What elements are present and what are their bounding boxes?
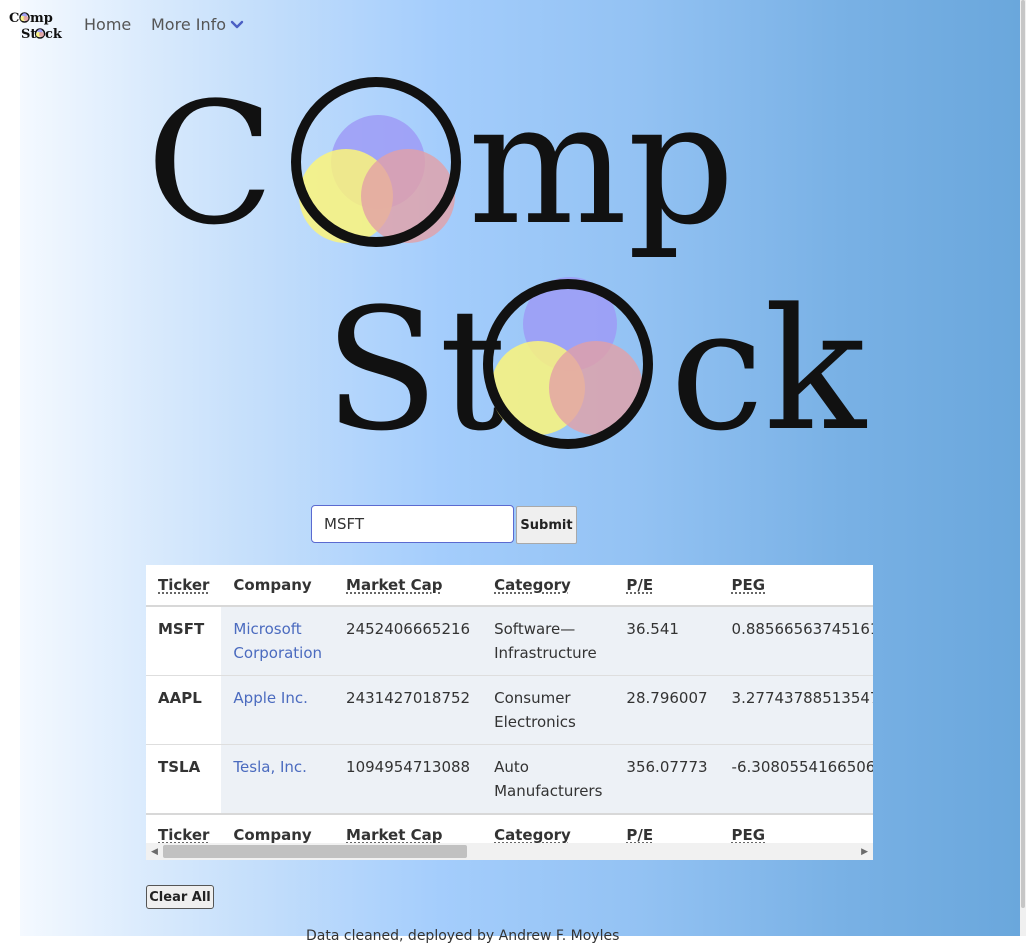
table-header-row: Ticker Company Market Cap Category P/E P… [146, 565, 873, 607]
svg-text:St: St [21, 27, 36, 42]
company-link[interactable]: Microsoft Corporation [233, 620, 322, 662]
cell-peg: 3.2774378851354733 [719, 675, 873, 745]
header-market-cap[interactable]: Market Cap [334, 565, 483, 607]
cell-category: Consumer Electronics [482, 675, 615, 745]
scroll-left-arrow-icon[interactable]: ◀ [151, 847, 158, 856]
cell-market-cap: 1094954713088 [334, 744, 483, 815]
cell-company: Apple Inc. [221, 675, 335, 745]
scroll-right-arrow-icon[interactable]: ▶ [861, 847, 868, 856]
footer-credit: Data cleaned, deployed by Andrew F. Moyl… [306, 928, 620, 944]
vertical-scrollbar[interactable] [1020, 0, 1026, 936]
cell-pe: 356.07773 [614, 744, 720, 815]
submit-button[interactable]: Submit [516, 506, 577, 544]
svg-text:ck: ck [45, 27, 63, 42]
results-table: Ticker Company Market Cap Category P/E P… [146, 565, 873, 855]
navbar: C mp St ck Home More Info [0, 0, 1020, 50]
logo-letter-c: C [146, 70, 275, 262]
horizontal-scrollbar[interactable]: ◀ ▶ [146, 843, 873, 860]
table-row: AAPL Apple Inc. 2431427018752 Consumer El… [146, 675, 873, 745]
header-company[interactable]: Company [221, 565, 335, 607]
company-link[interactable]: Tesla, Inc. [233, 758, 307, 776]
logo-letters-st: St [324, 272, 507, 460]
cell-ticker: TSLA [146, 744, 222, 815]
cell-market-cap: 2452406665216 [334, 606, 483, 676]
logo-venn-circle-bottom [483, 277, 653, 449]
cell-peg: -6.308055416650661 [719, 744, 873, 815]
cell-company: Microsoft Corporation [221, 606, 335, 676]
cell-ticker: AAPL [146, 675, 222, 745]
clear-all-button[interactable]: Clear All [146, 885, 214, 909]
cell-pe: 28.796007 [614, 675, 720, 745]
ticker-search-input[interactable] [311, 505, 514, 543]
logo-letters-mp: mp [468, 70, 735, 262]
cell-company: Tesla, Inc. [221, 744, 335, 815]
header-ticker[interactable]: Ticker [146, 565, 222, 607]
results-table-container[interactable]: Ticker Company Market Cap Category P/E P… [146, 565, 873, 860]
cell-category: Auto Manufacturers [482, 744, 615, 815]
vertical-scrollbar-thumb[interactable] [1021, 0, 1025, 908]
nav-more-info-dropdown[interactable]: More Info [151, 15, 226, 34]
table-row: MSFT Microsoft Corporation 2452406665216 … [146, 606, 873, 676]
cell-market-cap: 2431427018752 [334, 675, 483, 745]
logo-letters-ck: ck [670, 272, 867, 460]
nav-home-link[interactable]: Home [84, 15, 131, 34]
brand-text-mp: mp [30, 11, 53, 26]
company-link[interactable]: Apple Inc. [233, 689, 307, 707]
header-category[interactable]: Category [482, 565, 615, 607]
header-peg[interactable]: PEG [719, 565, 873, 607]
cell-pe: 36.541 [614, 606, 720, 676]
hero-logo: C mp St ck [146, 70, 867, 460]
cell-peg: 0.8856656374516183 [719, 606, 873, 676]
cell-category: Software— Infrastructure [482, 606, 615, 676]
logo-venn-circle-top [291, 77, 461, 247]
brand-text-c: C [9, 11, 19, 26]
table-row: TSLA Tesla, Inc. 1094954713088 Auto Manuf… [146, 744, 873, 815]
brand-logo[interactable]: C mp St ck [8, 8, 64, 42]
cell-ticker: MSFT [146, 606, 222, 676]
horizontal-scrollbar-thumb[interactable] [163, 845, 467, 858]
chevron-down-icon[interactable] [230, 19, 244, 31]
header-pe[interactable]: P/E [614, 565, 720, 607]
